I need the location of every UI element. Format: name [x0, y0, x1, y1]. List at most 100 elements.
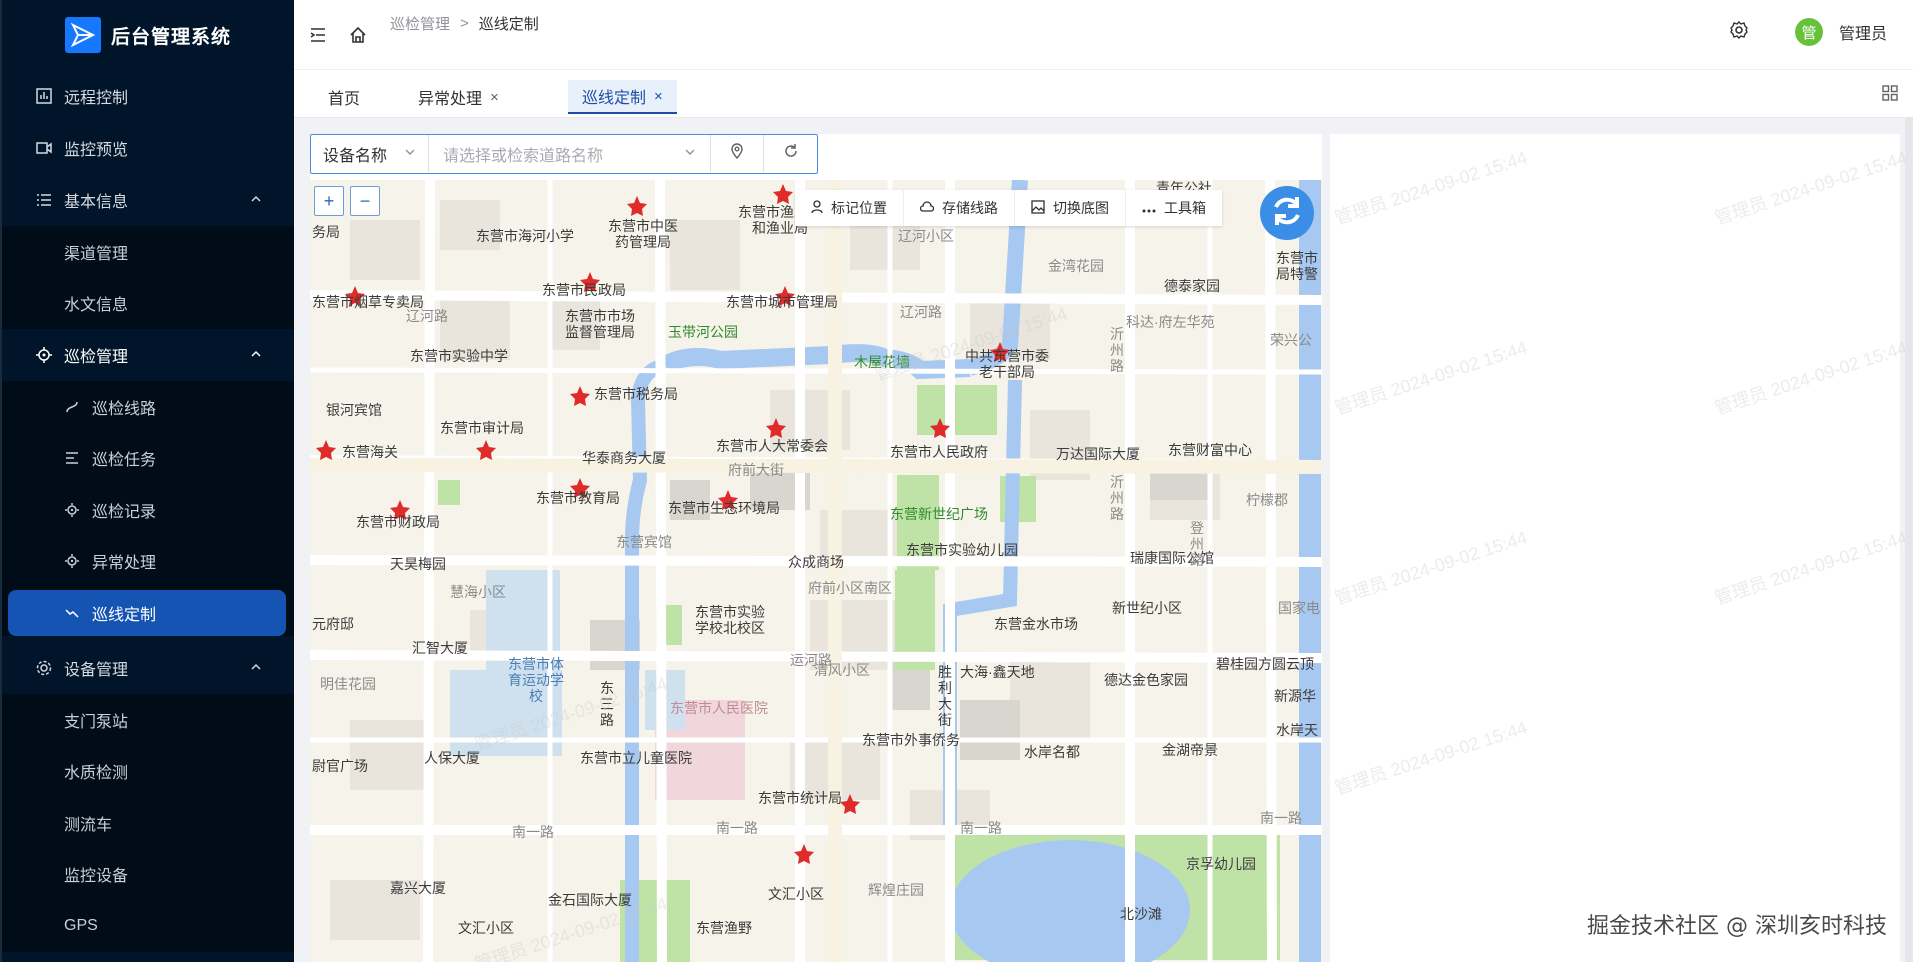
chevron-up-icon — [250, 660, 262, 678]
place-label: 东营市外事侨务 — [862, 732, 960, 748]
sidebar-item-channel-management[interactable]: 渠道管理 — [2, 226, 294, 278]
place-label: 新世纪小区 — [1112, 600, 1182, 616]
tool-label: 标记位置 — [831, 200, 887, 216]
place-label: 荣兴公 — [1270, 332, 1312, 348]
refresh-button[interactable] — [764, 135, 817, 172]
sidebar-group-inspection-management[interactable]: 巡检管理 — [2, 329, 294, 381]
home-icon[interactable] — [348, 25, 368, 45]
sidebar-item-route-customization[interactable]: 巡线定制 — [8, 590, 286, 636]
sidebar-item-exception-handling[interactable]: 异常处理 — [2, 536, 294, 588]
chart-box-icon — [36, 88, 52, 104]
watermark-text: 管理员 2024-09-02 15:44 — [1712, 147, 1910, 229]
video-camera-icon — [36, 140, 52, 156]
sidebar-item-flow-vehicle[interactable]: 测流车 — [2, 797, 294, 849]
menu-fold-icon[interactable] — [308, 25, 328, 45]
header-right: 管 管理员 — [1729, 18, 1887, 46]
place-label: 天昊梅园 — [390, 556, 446, 572]
sidebar-item-label: 水质检测 — [64, 765, 129, 783]
gear-icon[interactable] — [1729, 20, 1749, 45]
gear-icon — [36, 660, 52, 676]
place-label: 水岸天 — [1276, 722, 1318, 738]
mark-location-button[interactable]: 标记位置 — [795, 190, 904, 226]
place-label: 东营市实验学校北校区 — [695, 604, 765, 636]
save-route-button[interactable]: 存储线路 — [904, 190, 1015, 226]
place-label: 银河宾馆 — [326, 402, 382, 418]
place-label: 辉煌庄园 — [868, 882, 924, 898]
sidebar-item-remote-control[interactable]: 远程控制 — [2, 70, 294, 122]
target-icon — [64, 553, 80, 569]
tab-home[interactable]: 首页 — [314, 80, 374, 114]
sidebar-item-monitor-preview[interactable]: 监控预览 — [2, 122, 294, 174]
place-label: 德达金色家园 — [1104, 672, 1188, 688]
locate-button[interactable] — [711, 135, 764, 172]
place-label: 府前小区南区 — [808, 580, 892, 596]
place-label: 新源华 — [1274, 688, 1316, 704]
sidebar-item-label: 巡检管理 — [64, 349, 129, 366]
sidebar-group-basic-info[interactable]: 基本信息 — [2, 174, 294, 226]
place-label: 东营市税务局 — [594, 386, 678, 402]
switch-basemap-button[interactable]: 切换底图 — [1015, 190, 1126, 226]
place-label: 柠檬郡 — [1246, 492, 1288, 508]
app-title: 后台管理系统 — [110, 26, 231, 48]
place-label: 胜利大街 — [938, 664, 952, 728]
grid-icon[interactable] — [1881, 84, 1899, 107]
sidebar-item-pump-station[interactable]: 支门泵站 — [2, 694, 294, 746]
zoom-in-button[interactable]: + — [314, 186, 344, 216]
place-label: 登州路 — [1190, 520, 1204, 568]
place-label: 东营市实验幼儿园 — [906, 542, 1018, 558]
list-icon — [36, 192, 52, 208]
place-label: 文汇小区 — [768, 886, 824, 902]
sidebar-item-label: GPS — [64, 916, 98, 934]
map-view[interactable]: 辽河路 辽河路 府前大街 运河路 南一路 南一路 南一路 南一路 东营市海河小学… — [310, 180, 1322, 962]
select-value: 设备名称 — [323, 147, 388, 165]
sidebar-item-inspection-record[interactable]: 巡检记录 — [2, 484, 294, 536]
place-label: 东营市教育局 — [536, 490, 620, 506]
image-icon — [1031, 199, 1045, 217]
sidebar-item-label: 监控预览 — [64, 142, 129, 159]
place-label: 东营金水市场 — [994, 616, 1078, 632]
close-icon[interactable]: × — [490, 89, 499, 106]
sidebar-group-device-management[interactable]: 设备管理 — [2, 642, 294, 694]
watermark-text: 管理员 2024-09-02 15:44 — [1332, 147, 1530, 229]
sidebar-item-inspection-route[interactable]: 巡检线路 — [2, 381, 294, 433]
sidebar-item-water-quality[interactable]: 水质检测 — [2, 746, 294, 798]
app-logo[interactable]: 后台管理系统 — [2, 0, 294, 70]
place-label: 万达国际大厦 — [1056, 446, 1140, 462]
more-dots-icon — [1142, 200, 1156, 216]
place-label: 东营市体育运动学校 — [508, 656, 564, 704]
sidebar-item-label: 基本信息 — [64, 194, 129, 211]
username[interactable]: 管理员 — [1839, 20, 1887, 44]
sidebar-item-label: 巡检线路 — [92, 400, 157, 418]
place-label: 东营渔野 — [696, 920, 752, 936]
tab-exception-handling[interactable]: 异常处理 × — [404, 80, 513, 114]
sync-icon — [1267, 191, 1307, 236]
tab-route-customization[interactable]: 巡线定制 × — [568, 80, 677, 114]
place-label: 国家电 — [1278, 600, 1320, 616]
breadcrumb-item[interactable]: 巡检管理 — [390, 13, 450, 34]
sidebar-item-label: 水文信息 — [64, 297, 129, 315]
sidebar-item-label: 巡线定制 — [92, 607, 157, 624]
submenu-inspection-management: 巡检线路 巡检任务 巡检记录 异常处理 巡线定制 — [2, 381, 294, 636]
tab-label: 巡线定制 — [582, 90, 647, 107]
map-reset-button[interactable] — [1260, 186, 1314, 240]
sidebar-item-inspection-task[interactable]: 巡检任务 — [2, 433, 294, 485]
close-icon[interactable]: × — [654, 88, 663, 105]
sidebar-item-gps[interactable]: GPS — [2, 900, 294, 952]
page-scrollbar[interactable] — [1905, 118, 1913, 962]
tabs-bar: 首页 异常处理 × 巡线定制 × — [294, 70, 1913, 118]
place-label: 尉官广场 — [312, 758, 368, 774]
sidebar-item-monitor-device[interactable]: 监控设备 — [2, 849, 294, 901]
trend-line-icon — [64, 605, 80, 621]
sidebar-item-hydrology-info[interactable]: 水文信息 — [2, 278, 294, 330]
place-label: 水岸名都 — [1024, 744, 1080, 760]
watermark-text: 管理员 2024-09-02 15:44 — [1712, 527, 1910, 609]
search-type-select[interactable]: 设备名称 — [311, 135, 429, 172]
place-label: 金湖帝景 — [1162, 742, 1218, 758]
toolbox-button[interactable]: 工具箱 — [1126, 190, 1222, 226]
road-search-input[interactable]: 请选择或检索道路名称 — [429, 135, 711, 172]
avatar[interactable]: 管 — [1794, 18, 1823, 46]
place-label: 北沙滩 — [1120, 906, 1162, 922]
sidebar-item-label: 设备管理 — [64, 662, 129, 679]
tool-label: 切换底图 — [1053, 200, 1109, 216]
zoom-out-button[interactable]: − — [350, 186, 380, 216]
